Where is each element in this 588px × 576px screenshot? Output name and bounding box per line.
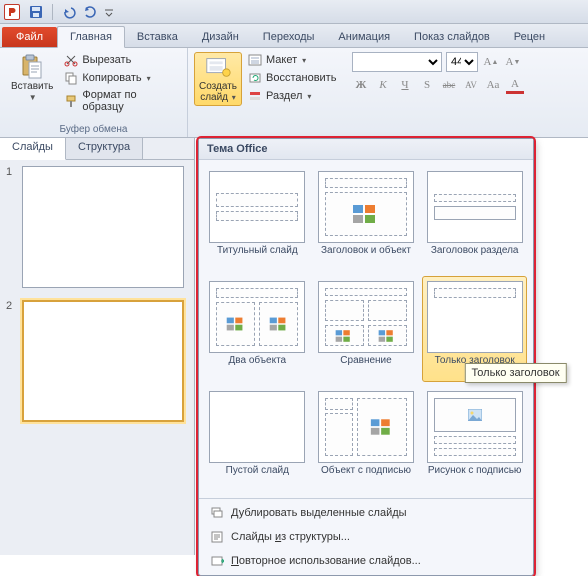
strike-button[interactable]: abc bbox=[440, 76, 458, 94]
cut-button[interactable]: Вырезать bbox=[62, 52, 181, 68]
layout-label: Рисунок с подписью bbox=[428, 463, 522, 487]
layout-icon bbox=[248, 53, 262, 67]
tooltip: Только заголовок bbox=[464, 363, 566, 383]
new-slide-gallery: Тема Office Титульный слайд Заголовок и … bbox=[198, 138, 534, 576]
section-icon bbox=[248, 89, 262, 103]
grow-font-icon[interactable]: A▲ bbox=[482, 53, 500, 71]
layout-comparison[interactable]: Сравнение bbox=[314, 276, 419, 382]
font-color-button[interactable]: A bbox=[506, 76, 524, 94]
quick-access-toolbar bbox=[28, 4, 117, 20]
copy-icon bbox=[64, 71, 78, 85]
slide-pane: Слайды Структура 1 2 bbox=[0, 138, 195, 555]
reuse-slides[interactable]: Повторное использование слайдов... bbox=[199, 549, 533, 573]
underline-button[interactable]: Ч bbox=[396, 76, 414, 94]
slides-from-outline[interactable]: Слайды из структуры... bbox=[199, 525, 533, 549]
change-case-button[interactable]: Aa bbox=[484, 76, 502, 94]
ribbon: Вставить▼ Вырезать Копировать▾ Формат по… bbox=[0, 48, 588, 138]
copy-label: Копировать bbox=[82, 72, 141, 84]
layout-label: Заголовок и объект bbox=[321, 243, 411, 267]
layout-two-content[interactable]: Два объекта bbox=[205, 276, 310, 382]
group-clipboard-label: Буфер обмена bbox=[6, 122, 181, 135]
bold-button[interactable]: Ж bbox=[352, 76, 370, 94]
duplicate-slides[interactable]: Дублировать выделенные слайды bbox=[199, 501, 533, 525]
save-icon[interactable] bbox=[28, 4, 44, 20]
layout-label: Два объекта bbox=[229, 353, 287, 377]
section-button[interactable]: Раздел▾ bbox=[246, 88, 338, 104]
slide-thumbnail[interactable] bbox=[22, 166, 184, 288]
paste-icon bbox=[18, 55, 46, 79]
brush-icon bbox=[64, 94, 78, 108]
layout-label: Титульный слайд bbox=[217, 243, 298, 267]
layout-label: Пустой слайд bbox=[226, 463, 289, 487]
powerpoint-app-icon bbox=[4, 4, 20, 20]
paste-button[interactable]: Вставить▼ bbox=[6, 52, 58, 114]
format-painter-label: Формат по образцу bbox=[82, 89, 179, 113]
layout-title-slide[interactable]: Титульный слайд bbox=[205, 166, 310, 272]
tab-transitions[interactable]: Переходы bbox=[251, 27, 327, 47]
layout-label: Макет bbox=[266, 54, 297, 66]
redo-icon[interactable] bbox=[81, 4, 97, 20]
tab-slides-pane[interactable]: Слайды bbox=[0, 138, 66, 160]
tab-insert[interactable]: Вставка bbox=[125, 27, 190, 47]
tab-home[interactable]: Главная bbox=[57, 26, 125, 48]
layout-blank[interactable]: Пустой слайд bbox=[205, 386, 310, 492]
foot-label: Слайды из структуры... bbox=[231, 531, 350, 543]
tab-outline-pane[interactable]: Структура bbox=[66, 138, 143, 159]
reuse-icon bbox=[209, 553, 225, 569]
qat-customize-icon[interactable] bbox=[101, 4, 117, 20]
tab-slideshow[interactable]: Показ слайдов bbox=[402, 27, 502, 47]
layout-button[interactable]: Макет▾ bbox=[246, 52, 338, 68]
format-painter-button[interactable]: Формат по образцу bbox=[62, 88, 181, 114]
layout-picture-caption[interactable]: Рисунок с подписью bbox=[422, 386, 527, 492]
ribbon-tabs: Файл Главная Вставка Дизайн Переходы Ани… bbox=[0, 24, 588, 48]
layout-label: Заголовок раздела bbox=[431, 243, 519, 267]
shrink-font-icon[interactable]: A▼ bbox=[504, 53, 522, 71]
slide-thumbnail[interactable] bbox=[22, 300, 184, 422]
tab-review[interactable]: Рецен bbox=[502, 27, 557, 47]
new-slide-button[interactable]: Создатьслайд ▾ bbox=[194, 52, 242, 106]
outline-icon bbox=[209, 529, 225, 545]
layout-content-caption[interactable]: Объект с подписью bbox=[314, 386, 419, 492]
layout-label: Объект с подписью bbox=[321, 463, 411, 487]
font-size-select[interactable]: 44 bbox=[446, 52, 478, 72]
layout-section-header[interactable]: Заголовок раздела bbox=[422, 166, 527, 272]
gallery-header: Тема Office bbox=[199, 139, 533, 160]
reset-button[interactable]: Восстановить bbox=[246, 70, 338, 86]
group-font: 44 A▲ A▼ Ж К Ч S abc AV Aa A bbox=[346, 48, 588, 137]
layout-title-content[interactable]: Заголовок и объект bbox=[314, 166, 419, 272]
foot-label: Повторное использование слайдов... bbox=[231, 555, 421, 567]
layout-label: Сравнение bbox=[340, 353, 391, 377]
reset-label: Восстановить bbox=[266, 72, 336, 84]
section-label: Раздел bbox=[266, 90, 302, 102]
undo-icon[interactable] bbox=[61, 4, 77, 20]
shadow-button[interactable]: S bbox=[418, 76, 436, 94]
scissors-icon bbox=[64, 53, 78, 67]
new-slide-icon bbox=[204, 55, 232, 79]
layout-title-only[interactable]: Только заголовок Только заголовок bbox=[422, 276, 527, 382]
duplicate-icon bbox=[209, 505, 225, 521]
copy-button[interactable]: Копировать▾ bbox=[62, 70, 181, 86]
italic-button[interactable]: К bbox=[374, 76, 392, 94]
foot-label: Дублировать выделенные слайды bbox=[231, 507, 407, 519]
tab-animation[interactable]: Анимация bbox=[326, 27, 402, 47]
reset-icon bbox=[248, 71, 262, 85]
group-clipboard: Вставить▼ Вырезать Копировать▾ Формат по… bbox=[0, 48, 188, 137]
title-bar bbox=[0, 0, 588, 24]
cut-label: Вырезать bbox=[82, 54, 131, 66]
main-content: Слайды Структура 1 2 Тема Office bbox=[0, 138, 588, 555]
new-slide-label: Создатьслайд ▾ bbox=[199, 81, 237, 103]
thumb-number: 1 bbox=[6, 166, 16, 288]
paste-label: Вставить▼ bbox=[11, 81, 53, 103]
tab-design[interactable]: Дизайн bbox=[190, 27, 251, 47]
char-spacing-button[interactable]: AV bbox=[462, 76, 480, 94]
font-family-select[interactable] bbox=[352, 52, 442, 72]
thumb-number: 2 bbox=[6, 300, 16, 422]
group-slides: Создатьслайд ▾ Макет▾ Восстановить Разде… bbox=[188, 48, 346, 137]
tab-file[interactable]: Файл bbox=[2, 27, 57, 47]
